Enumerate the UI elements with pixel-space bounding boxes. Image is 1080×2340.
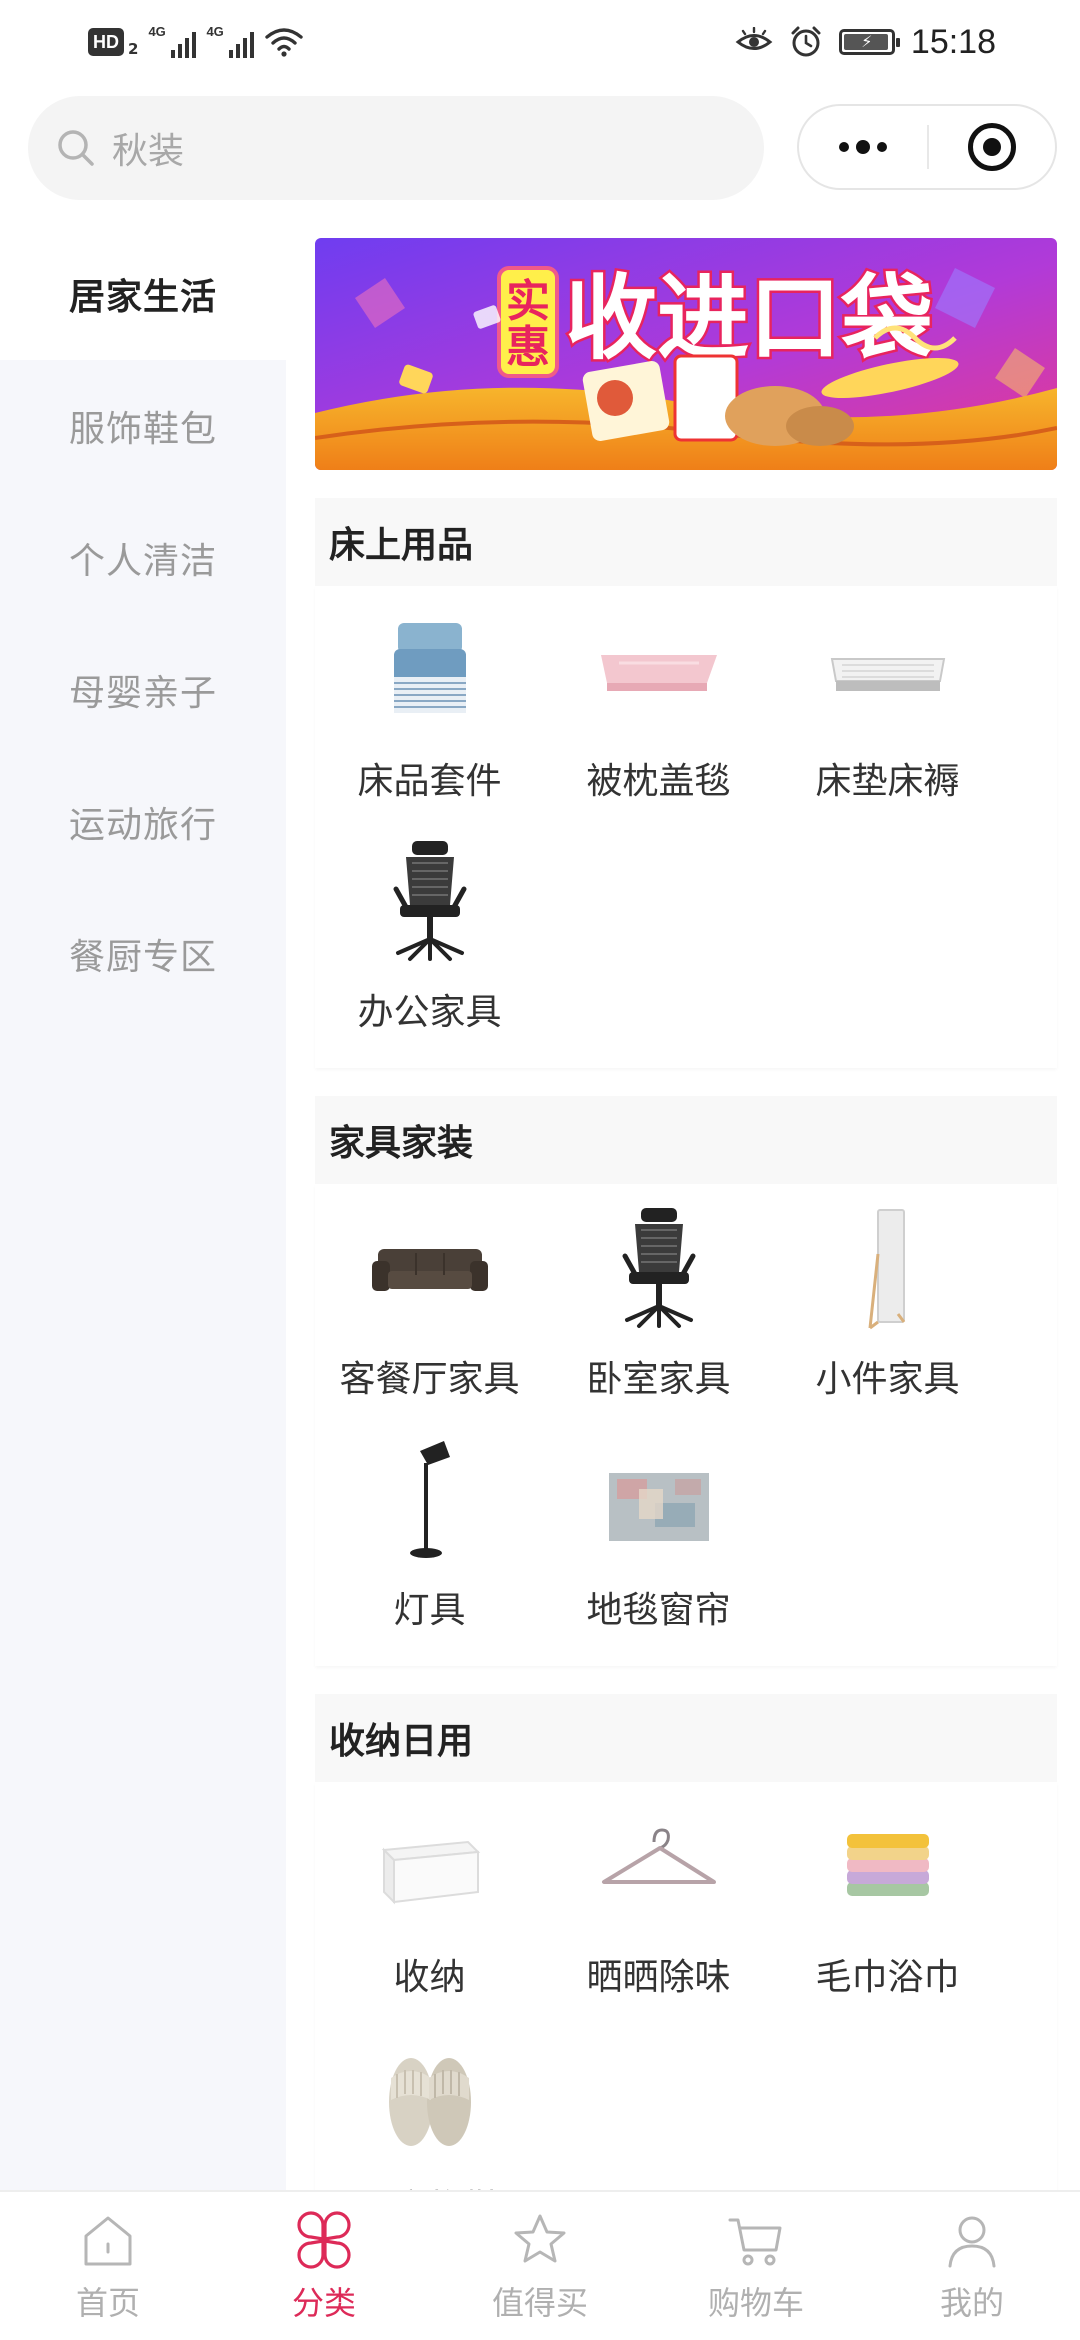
- bottom-tab-bar: 首页 分类 值得买 购物车 我的: [0, 2190, 1080, 2340]
- eye-comfort-icon: [735, 27, 773, 50]
- sidebar-item-personal-care[interactable]: 个人清洁: [0, 492, 286, 624]
- close-miniprogram-button[interactable]: [929, 123, 1055, 171]
- subcategory-item[interactable]: 床品套件: [315, 592, 544, 823]
- tab-home[interactable]: 首页: [0, 2192, 216, 2340]
- tab-label: 我的: [939, 2284, 1004, 2322]
- subcategory-label: 办公家具: [357, 992, 502, 1033]
- hanger-icon: [584, 1792, 734, 1942]
- status-bar: HD 2 4G 4G ⚡ 15:18: [0, 0, 1080, 84]
- subcategory-label: 客餐厅家具: [339, 1359, 520, 1400]
- miniprogram-capsule: [797, 104, 1057, 190]
- tab-category[interactable]: 分类: [216, 2192, 432, 2340]
- subcategory-item[interactable]: 卧室家具: [544, 1190, 773, 1421]
- section-title: 家具家装: [315, 1096, 1057, 1184]
- category-section: 家具家装 客餐厅家具 卧室家具 小件家具 灯具 地毯窗帘: [315, 1096, 1057, 1666]
- subcategory-item[interactable]: 被枕盖毯: [544, 592, 773, 823]
- office-chair-icon: [584, 1194, 734, 1344]
- user-icon: [948, 2216, 996, 2268]
- subcategory-label: 灯具: [393, 1590, 466, 1631]
- subcategory-label: 被枕盖毯: [586, 761, 731, 802]
- promo-banner[interactable]: 实 惠 收进口袋: [315, 238, 1057, 470]
- more-dot-icon: [839, 142, 849, 152]
- signal-icon: 4G: [148, 24, 197, 60]
- status-right: ⚡ 15:18: [735, 18, 996, 66]
- subcategory-label: 收纳: [393, 1957, 466, 1998]
- subcategory-label: 床垫床褥: [815, 761, 960, 802]
- signal-icon: 4G: [206, 24, 255, 60]
- status-time: 15:18: [910, 22, 996, 61]
- subcategory-grid: 客餐厅家具 卧室家具 小件家具 灯具 地毯窗帘: [315, 1184, 1057, 1666]
- tab-cart[interactable]: 购物车: [648, 2192, 864, 2340]
- tab-label: 分类: [291, 2284, 356, 2322]
- category-sidebar: 居家生活 服饰鞋包 个人清洁 母婴亲子 运动旅行 餐厨专区: [0, 228, 286, 2190]
- rug-icon: [584, 1425, 734, 1575]
- more-button[interactable]: [799, 140, 927, 154]
- bedding-set-icon: [355, 596, 505, 746]
- subcategory-item[interactable]: 地毯窗帘: [544, 1421, 773, 1652]
- subcategory-label: 卧室家具: [586, 1359, 731, 1400]
- battery-icon: ⚡: [838, 29, 900, 55]
- floor-lamp-icon: [355, 1425, 505, 1575]
- sidebar-item-kitchen[interactable]: 餐厨专区: [0, 888, 286, 1020]
- tab-profile[interactable]: 我的: [864, 2192, 1080, 2340]
- mirror-icon: [813, 1194, 963, 1344]
- hd-icon: HD: [88, 28, 124, 56]
- office-chair-icon: [355, 827, 505, 977]
- more-dot-icon: [877, 142, 887, 152]
- banner-graphic: 实 惠 收进口袋: [315, 238, 1057, 470]
- towels-icon: [813, 1792, 963, 1942]
- sidebar-item-apparel[interactable]: 服饰鞋包: [0, 360, 286, 492]
- sidebar-item-baby[interactable]: 母婴亲子: [0, 624, 286, 756]
- hd-sub-label: 2: [128, 40, 139, 58]
- home-icon: [84, 2216, 132, 2266]
- section-title: 收纳日用: [315, 1694, 1057, 1782]
- category-content: 实 惠 收进口袋 床上用品 床品套件 被枕盖毯 床垫床褥 办公家具 家具家装 客…: [315, 238, 1057, 2264]
- subcategory-item[interactable]: 床垫床褥: [773, 592, 1002, 823]
- blanket-icon: [584, 596, 734, 746]
- subcategory-label: 床品套件: [357, 761, 502, 802]
- subcategory-item[interactable]: 毛巾浴巾: [773, 1788, 1002, 2019]
- subcategory-label: 小件家具: [815, 1359, 960, 1400]
- banner-headline-1: 实: [506, 276, 550, 327]
- wifi-icon: [265, 28, 304, 57]
- slippers-icon: [355, 2023, 505, 2173]
- subcategory-item[interactable]: 办公家具: [315, 823, 544, 1054]
- subcategory-item[interactable]: 灯具: [315, 1421, 544, 1652]
- tab-label: 购物车: [707, 2284, 804, 2322]
- subcategory-item[interactable]: 客餐厅家具: [315, 1190, 544, 1421]
- tab-worth-buying[interactable]: 值得买: [432, 2192, 648, 2340]
- category-icon: [297, 2211, 351, 2269]
- subcategory-label: 晒晒除味: [586, 1957, 731, 1998]
- subcategory-label: 地毯窗帘: [586, 1590, 731, 1631]
- alarm-icon: [791, 26, 821, 57]
- subcategory-item[interactable]: 收纳: [315, 1788, 544, 2019]
- tab-label: 首页: [75, 2284, 140, 2322]
- network-type-label: 4G: [206, 24, 224, 39]
- tab-label: 值得买: [491, 2284, 588, 2322]
- banner-headline-2: 惠: [506, 322, 550, 373]
- search-icon: [58, 130, 94, 166]
- status-left: HD 2 4G 4G: [88, 22, 304, 62]
- subcategory-item[interactable]: 小件家具: [773, 1190, 1002, 1421]
- category-section: 床上用品 床品套件 被枕盖毯 床垫床褥 办公家具: [315, 498, 1057, 1068]
- subcategory-item[interactable]: 晒晒除味: [544, 1788, 773, 2019]
- star-icon: [514, 2214, 566, 2263]
- sidebar-item-sports[interactable]: 运动旅行: [0, 756, 286, 888]
- cart-icon: [728, 2218, 782, 2266]
- more-dot-icon: [856, 140, 870, 154]
- mattress-icon: [813, 596, 963, 746]
- sofa-icon: [355, 1194, 505, 1344]
- category-section: 收纳日用 收纳 晒晒除味 毛巾浴巾: [315, 1694, 1057, 2264]
- target-icon: [968, 123, 1016, 171]
- subcategory-grid: 床品套件 被枕盖毯 床垫床褥 办公家具: [315, 586, 1057, 1068]
- sidebar-item-home-living[interactable]: 居家生活: [0, 228, 286, 360]
- subcategory-label: 毛巾浴巾: [815, 1957, 960, 1998]
- banner-headline-main: 收进口袋: [565, 265, 933, 372]
- network-type-label: 4G: [148, 24, 166, 39]
- storage-box-icon: [355, 1792, 505, 1942]
- search-placeholder: 秋装: [112, 131, 185, 172]
- section-title: 床上用品: [315, 498, 1057, 586]
- search-bar[interactable]: 秋装: [28, 96, 764, 200]
